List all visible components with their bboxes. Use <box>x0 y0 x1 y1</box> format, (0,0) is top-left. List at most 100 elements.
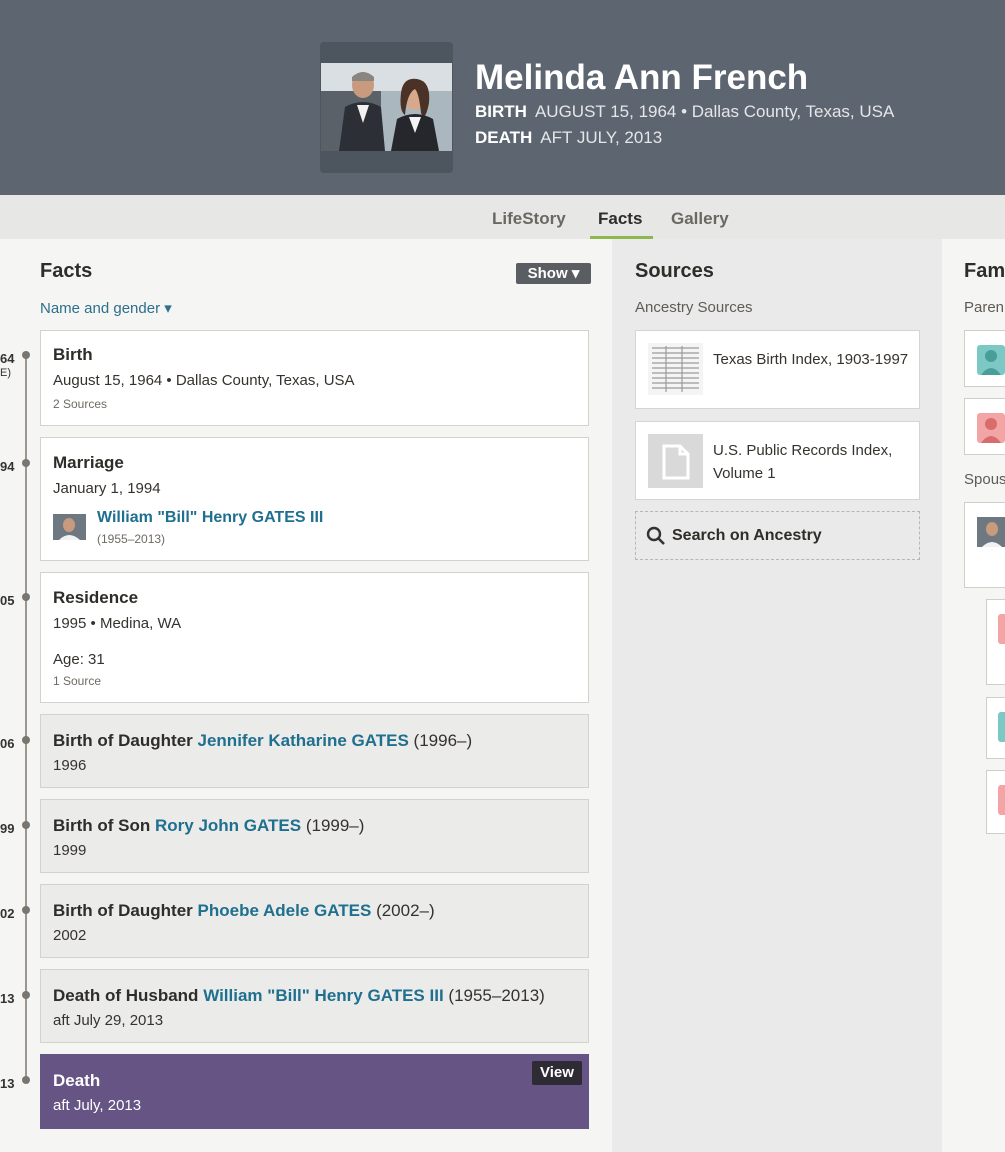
timeline-year: 99 <box>0 821 15 836</box>
search-on-ancestry-button[interactable]: Search on Ancestry <box>635 511 920 560</box>
spouse-avatar <box>977 517 1005 547</box>
fact-detail: 1999 <box>53 842 87 859</box>
spouse-avatar[interactable] <box>53 514 86 540</box>
facts-title: Facts <box>40 260 93 282</box>
child-link[interactable]: Jennifer Katharine GATES <box>198 731 409 750</box>
source-card[interactable]: Texas Birth Index, 1903-1997 <box>635 330 920 409</box>
spouse-section-label: Spous <box>964 471 1005 488</box>
name-and-gender-label: Name and gender <box>40 300 161 317</box>
fact-detail: 2002 <box>53 927 87 944</box>
fact-title-prefix: Death of Husband <box>53 986 199 1005</box>
tab-facts[interactable]: Facts <box>598 209 642 229</box>
timeline-year: 05 <box>0 593 15 608</box>
fact-title: Death of Husband William "Bill" Henry GA… <box>53 986 545 1006</box>
timeline-year: 64 <box>0 351 15 366</box>
child-card[interactable] <box>986 697 1005 759</box>
profile-header: Melinda Ann French BIRTH AUGUST 15, 1964 … <box>0 0 1005 195</box>
timeline-year: 13 <box>0 1076 15 1091</box>
family-title: Fam <box>964 260 1005 282</box>
fact-title: Death <box>53 1071 101 1090</box>
child-link[interactable]: Rory John GATES <box>155 816 301 835</box>
father-card[interactable] <box>964 330 1005 387</box>
timeline-year: 13 <box>0 991 15 1006</box>
spouse-link[interactable]: William "Bill" Henry GATES III <box>97 509 323 527</box>
fact-title: Birth of Daughter Phoebe Adele GATES (20… <box>53 901 435 921</box>
birth-label: BIRTH <box>475 102 527 121</box>
chevron-down-icon: ▾ <box>164 300 172 317</box>
birth-value: AUGUST 15, 1964 • Dallas County, Texas, … <box>534 102 895 121</box>
search-icon <box>646 526 665 545</box>
ancestry-sources-label: Ancestry Sources <box>635 299 753 316</box>
fact-detail: January 1, 1994 <box>53 480 161 497</box>
female-avatar-icon <box>998 614 1005 644</box>
fact-title: Birth of Daughter Jennifer Katharine GAT… <box>53 731 472 751</box>
parents-label: Paren <box>964 299 1005 316</box>
document-thumbnail-icon <box>648 343 703 395</box>
profile-name: Melinda Ann French <box>475 58 809 97</box>
timeline-year-note: E) <box>0 367 11 379</box>
fact-birth-of-daughter-card[interactable]: Birth of Daughter Jennifer Katharine GAT… <box>40 714 589 788</box>
fact-detail: 1995 • Medina, WA <box>53 615 182 632</box>
fact-title: Residence <box>53 588 139 607</box>
spouse-years: (1955–2013) <box>97 532 166 546</box>
timeline-dot <box>22 1076 30 1084</box>
show-button[interactable]: Show ▾ <box>516 263 591 284</box>
birth-summary: BIRTH AUGUST 15, 1964 • Dallas County, Te… <box>475 102 894 122</box>
source-card[interactable]: U.S. Public Records Index, Volume 1 <box>635 421 920 500</box>
spouse-link[interactable]: William "Bill" Henry GATES III <box>203 986 443 1005</box>
death-label: DEATH <box>475 128 533 147</box>
spouse-card[interactable] <box>964 502 1005 588</box>
child-card[interactable] <box>986 599 1005 685</box>
timeline-year: 94 <box>0 459 15 474</box>
timeline-dot <box>22 991 30 999</box>
death-value: AFT JULY, 2013 <box>540 128 663 147</box>
child-years: (1999–) <box>305 816 365 835</box>
fact-sources-count[interactable]: 2 Sources <box>53 397 107 411</box>
source-title[interactable]: Texas Birth Index, 1903-1997 <box>713 348 913 371</box>
fact-detail: aft July 29, 2013 <box>53 1012 164 1029</box>
fact-detail: 1996 <box>53 757 87 774</box>
show-button-label: Show <box>527 265 568 282</box>
fact-residence-card[interactable]: Residence 1995 • Medina, WA Age: 31 1 So… <box>40 572 589 703</box>
tab-bar: LifeStory Facts Gallery <box>0 195 1005 239</box>
fact-title: Birth <box>53 345 93 364</box>
fact-death-of-husband-card[interactable]: Death of Husband William "Bill" Henry GA… <box>40 969 589 1043</box>
timeline-year: 06 <box>0 736 15 751</box>
child-link[interactable]: Phoebe Adele GATES <box>198 901 372 920</box>
fact-death-card[interactable]: Death aft July, 2013 View <box>40 1054 589 1129</box>
mother-card[interactable] <box>964 398 1005 455</box>
child-years: (2002–) <box>376 901 435 920</box>
fact-title-prefix: Birth of Son <box>53 816 151 835</box>
fact-detail: August 15, 1964 • Dallas County, Texas, … <box>53 372 355 389</box>
fact-title: Birth of Son Rory John GATES (1999–) <box>53 816 364 836</box>
search-on-ancestry-label: Search on Ancestry <box>672 527 822 544</box>
source-title[interactable]: U.S. Public Records Index, Volume 1 <box>713 439 913 485</box>
child-card[interactable] <box>986 770 1005 834</box>
fact-sources-count[interactable]: 1 Source <box>53 674 101 688</box>
chevron-down-icon: ▾ <box>571 265 580 282</box>
fact-detail: aft July, 2013 <box>53 1097 142 1114</box>
spouse-years: (1955–2013) <box>448 986 545 1005</box>
fact-birth-of-daughter-card[interactable]: Birth of Daughter Phoebe Adele GATES (20… <box>40 884 589 958</box>
fact-birth-card[interactable]: Birth August 15, 1964 • Dallas County, T… <box>40 330 589 426</box>
fact-marriage-card[interactable]: Marriage January 1, 1994 William "Bill" … <box>40 437 589 561</box>
fact-title-prefix: Birth of Daughter <box>53 731 193 750</box>
fact-title-prefix: Birth of Daughter <box>53 901 193 920</box>
view-button[interactable]: View <box>532 1061 582 1085</box>
fact-age: Age: 31 <box>53 651 105 668</box>
name-and-gender-link[interactable]: Name and gender ▾ <box>40 299 172 317</box>
tab-lifestory[interactable]: LifeStory <box>492 209 566 229</box>
tab-gallery[interactable]: Gallery <box>671 209 729 229</box>
death-summary: DEATH AFT JULY, 2013 <box>475 128 662 148</box>
fact-birth-of-son-card[interactable]: Birth of Son Rory John GATES (1999–) 199… <box>40 799 589 873</box>
timeline-dot <box>22 736 30 744</box>
timeline-year: 02 <box>0 906 15 921</box>
fact-title: Marriage <box>53 453 124 472</box>
document-icon <box>648 434 703 488</box>
timeline-dot <box>22 593 30 601</box>
female-avatar-icon <box>998 785 1005 815</box>
timeline-dot <box>22 906 30 914</box>
child-years: (1996–) <box>413 731 473 750</box>
male-avatar-icon <box>977 345 1005 375</box>
profile-photo[interactable] <box>320 42 453 173</box>
